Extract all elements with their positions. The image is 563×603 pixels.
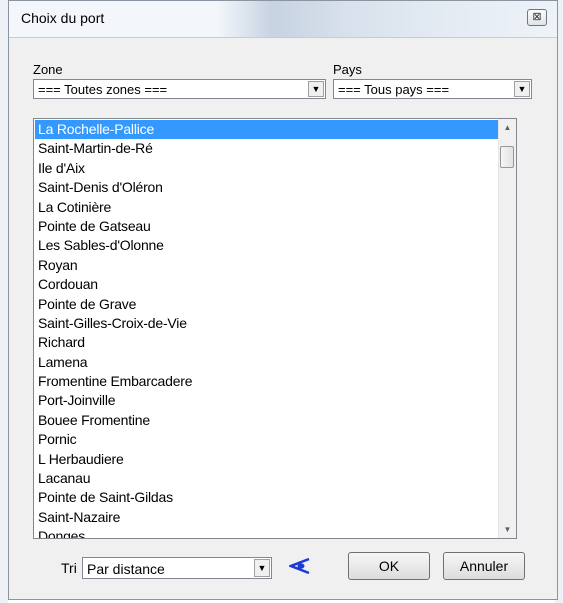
port-list-item[interactable]: L Herbaudiere — [35, 450, 499, 469]
ok-button[interactable]: OK — [348, 552, 430, 580]
port-list-item[interactable]: Pointe de Gatseau — [35, 217, 499, 236]
port-list-item[interactable]: Lamena — [35, 353, 499, 372]
sort-label: Tri — [61, 560, 77, 576]
pays-select[interactable]: === Tous pays === ▼ — [333, 79, 532, 99]
port-list-item[interactable]: La Cotinière — [35, 198, 499, 217]
port-list-item[interactable]: La Rochelle-Pallice — [35, 120, 499, 140]
port-list-item[interactable]: Bouee Fromentine — [35, 411, 499, 430]
port-choice-dialog: Choix du port ⊠ Zone === Toutes zones ==… — [8, 0, 558, 600]
port-list-item[interactable]: Royan — [35, 256, 499, 275]
background-left — [0, 0, 8, 603]
port-list-item[interactable]: Pointe de Grave — [35, 295, 499, 314]
port-list-item[interactable]: Saint-Nazaire — [35, 508, 499, 527]
sort-select-value: Par distance — [87, 561, 165, 577]
port-list-item[interactable]: Saint-Denis d'Oléron — [35, 178, 499, 197]
port-list-item[interactable]: Richard — [35, 333, 499, 352]
port-list[interactable]: La Rochelle-Pallice Saint-Martin-de-Ré Ile… — [33, 118, 517, 539]
port-list-item[interactable]: Saint-Martin-de-Ré — [35, 139, 499, 158]
port-list-item[interactable]: Pointe de Saint-Gildas — [35, 488, 499, 507]
sort-select[interactable]: Par distance ▼ — [82, 557, 272, 579]
port-list-item[interactable]: Ile d'Aix — [35, 159, 499, 178]
port-list-items: La Rochelle-Pallice Saint-Martin-de-Ré Ile… — [35, 120, 499, 538]
scroll-up-icon[interactable]: ▲ — [499, 119, 516, 136]
view-button[interactable] — [286, 553, 314, 579]
port-list-item[interactable]: Fromentine Embarcadere — [35, 372, 499, 391]
port-list-item[interactable]: Saint-Gilles-Croix-de-Vie — [35, 314, 499, 333]
dialog-title: Choix du port — [21, 10, 105, 26]
close-button[interactable]: ⊠ — [527, 9, 547, 26]
port-list-item[interactable]: Les Sables-d'Olonne — [35, 236, 499, 255]
eye-icon — [289, 557, 310, 575]
zone-label: Zone — [33, 62, 63, 77]
port-list-item[interactable]: Lacanau — [35, 469, 499, 488]
port-list-item[interactable]: Cordouan — [35, 275, 499, 294]
title-bar[interactable]: Choix du port ⊠ — [9, 1, 557, 38]
port-list-scrollbar[interactable]: ▲ ▼ — [498, 119, 516, 538]
scroll-down-icon[interactable]: ▼ — [499, 521, 516, 538]
port-list-item[interactable]: Donges — [35, 527, 499, 538]
zone-select-value: === Toutes zones === — [38, 82, 168, 97]
pays-select-value: === Tous pays === — [338, 82, 450, 97]
cancel-button[interactable]: Annuler — [443, 552, 525, 580]
chevron-down-icon[interactable]: ▼ — [254, 559, 270, 577]
pays-label: Pays — [333, 62, 362, 77]
scroll-thumb[interactable] — [500, 146, 514, 168]
port-list-item[interactable]: Pornic — [35, 430, 499, 449]
close-icon: ⊠ — [532, 11, 542, 23]
chevron-down-icon[interactable]: ▼ — [308, 81, 324, 97]
chevron-down-icon[interactable]: ▼ — [514, 81, 530, 97]
port-list-item[interactable]: Port-Joinville — [35, 391, 499, 410]
zone-select[interactable]: === Toutes zones === ▼ — [33, 79, 326, 99]
